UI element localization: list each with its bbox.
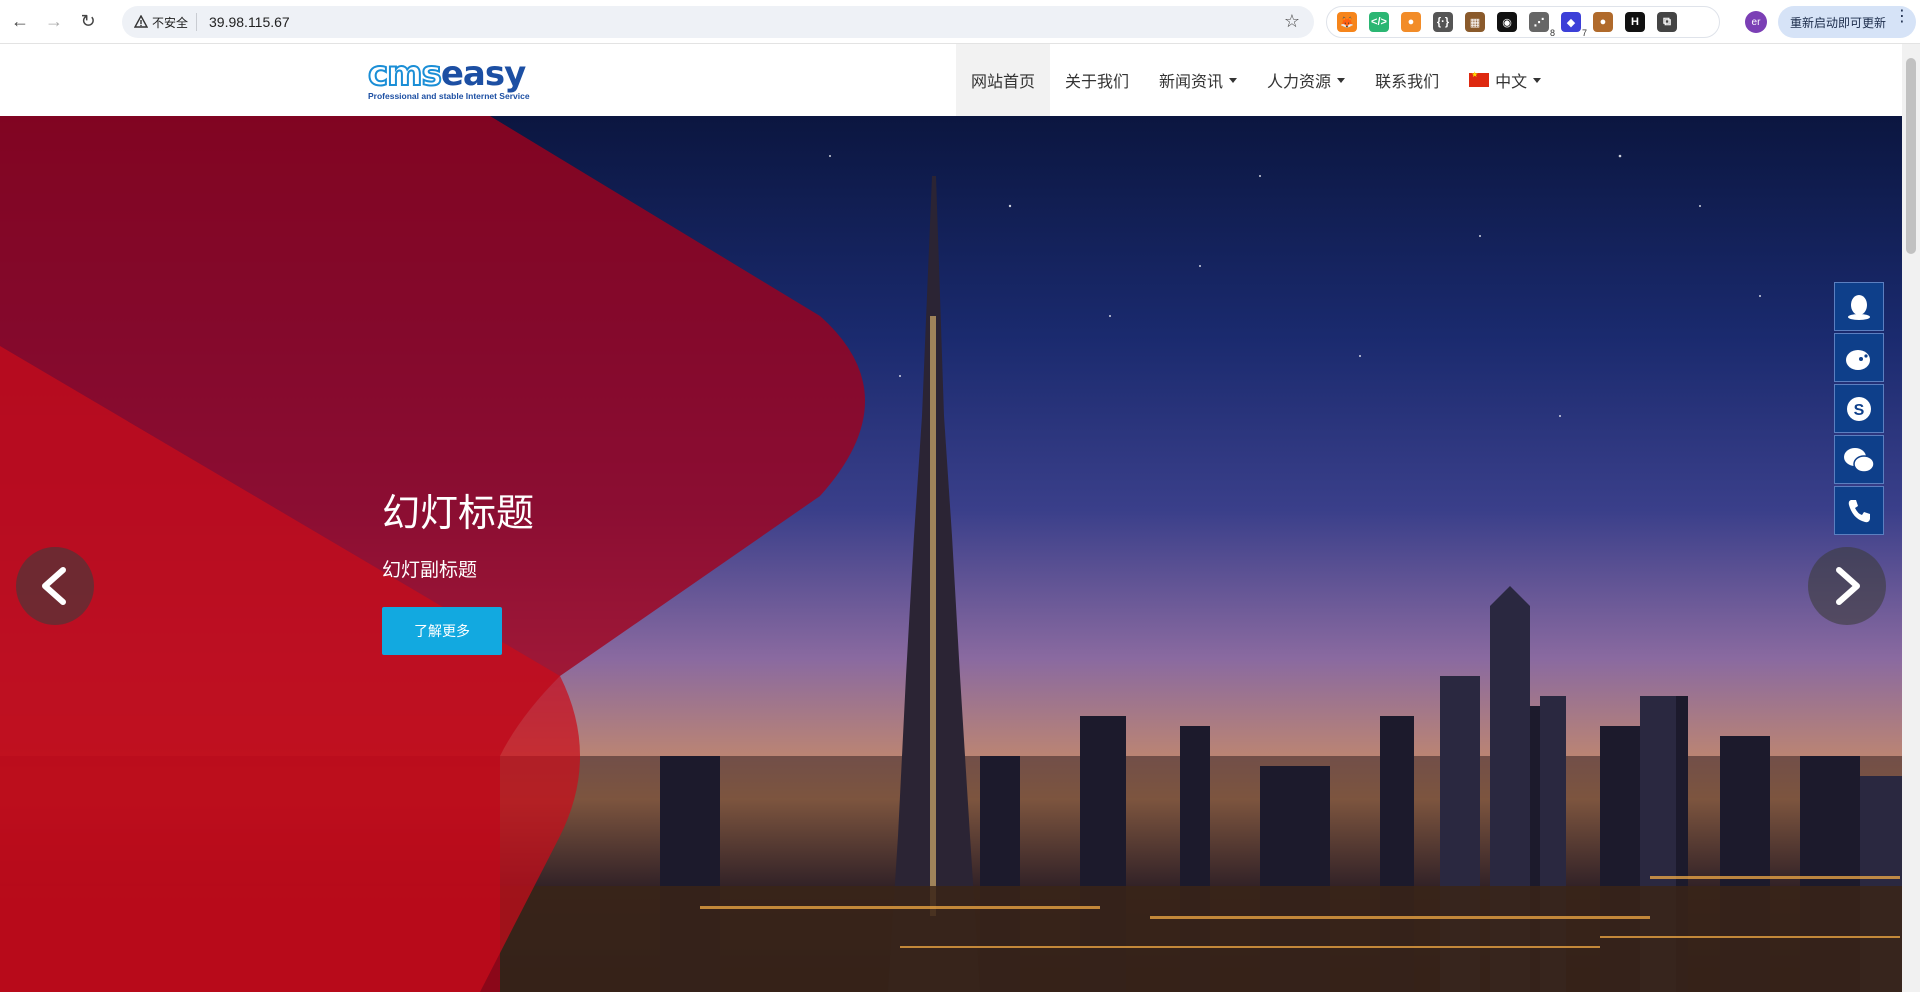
cmseasy-logo[interactable]: cmseasy Professional and stable Internet… <box>367 56 560 103</box>
nav-item-2[interactable]: 新闻资讯 <box>1144 44 1252 116</box>
extension-badge: 7 <box>1581 28 1587 38</box>
forward-icon[interactable]: → <box>40 8 68 36</box>
nav-item-4[interactable]: 联系我们 <box>1360 44 1454 116</box>
nav-item-label: 网站首页 <box>971 74 1036 91</box>
wechat-button[interactable] <box>1834 435 1884 484</box>
nav-item-1[interactable]: 关于我们 <box>1050 44 1144 116</box>
address-bar[interactable]: 不安全 39.98.115.67 ☆ <box>122 6 1314 38</box>
slide-subtitle: 幻灯副标题 <box>382 560 478 581</box>
slider-next-button[interactable] <box>1808 547 1886 625</box>
profile-avatar[interactable]: er <box>1745 11 1767 33</box>
update-label: 重新启动即可更新 <box>1790 15 1887 30</box>
nav-item-label: 人力资源 <box>1267 74 1332 91</box>
warning-icon <box>134 15 148 28</box>
nav-item-label: 联系我们 <box>1375 74 1440 91</box>
chevron-left-icon <box>42 567 66 605</box>
url-text[interactable]: 39.98.115.67 <box>209 14 290 30</box>
caret-down-icon <box>1533 77 1542 83</box>
china-flag-icon <box>1469 70 1490 87</box>
h-ext-icon[interactable]: H <box>1625 12 1645 32</box>
orange-circle-icon[interactable]: ● <box>1401 12 1421 32</box>
nav-item-label: 中文 <box>1495 74 1528 91</box>
menu-kebab-icon[interactable]: ⋮ <box>1894 6 1910 26</box>
mask-icon[interactable]: ◉ <box>1497 12 1517 32</box>
security-label: 不安全 <box>152 15 189 30</box>
wechat-icon <box>1844 447 1875 473</box>
caret-down-icon <box>1229 77 1238 83</box>
city-skyline-image <box>0 116 1902 992</box>
weibo-icon <box>1846 349 1870 370</box>
learn-more-button[interactable]: 了解更多 <box>382 607 502 655</box>
qq-button[interactable] <box>1834 282 1884 331</box>
braces-icon[interactable]: {·} <box>1433 12 1453 32</box>
main-nav: 网站首页 关于我们 新闻资讯 人力资源 联系我们 中文 <box>956 44 1556 116</box>
logo-tagline: Professional and stable Internet Service <box>368 91 530 101</box>
nav-item-label: 关于我们 <box>1065 74 1130 91</box>
nav-item-3[interactable]: 人力资源 <box>1252 44 1360 116</box>
security-chip[interactable]: 不安全 <box>130 13 198 31</box>
slider-prev-button[interactable] <box>16 547 94 625</box>
page-scrollbar[interactable] <box>1902 44 1920 992</box>
skype-icon: S <box>1847 396 1871 421</box>
side-contact-tools: S <box>1834 282 1884 537</box>
code-icon[interactable]: </> <box>1369 12 1389 32</box>
phone-icon <box>1848 499 1870 522</box>
extension-badge: 8 <box>1549 28 1555 38</box>
image-ext-icon[interactable]: ▦ <box>1465 12 1485 32</box>
qq-icon <box>1848 294 1870 320</box>
nav-item-5[interactable]: 中文 <box>1454 44 1556 116</box>
puzzle-icon[interactable]: ⧉ <box>1657 12 1677 32</box>
svg-text:S: S <box>1854 402 1865 419</box>
reload-icon[interactable]: ↻ <box>74 8 102 36</box>
chevron-right-icon <box>1836 567 1860 605</box>
browser-toolbar: ← → ↻ 不安全 39.98.115.67 ☆ 🦊 </> ● {·} ▦ ◉ ⋰ 8 ◆ 7 ●… <box>0 0 1920 44</box>
nav-item-label: 新闻资讯 <box>1159 74 1224 91</box>
screenshot-icon[interactable]: ⋰ 8 <box>1529 12 1555 38</box>
slide-caption: 幻灯标题 幻灯副标题 <box>382 482 534 582</box>
slide-title: 幻灯标题 <box>382 493 535 535</box>
bookmark-ext-icon[interactable]: ◆ 7 <box>1561 12 1587 38</box>
bookmark-star-icon[interactable]: ☆ <box>1284 11 1300 32</box>
cookie-icon[interactable]: ● <box>1593 12 1613 32</box>
site-header: cmseasy Professional and stable Internet… <box>0 44 1902 116</box>
hero-slider: 幻灯标题 幻灯副标题 了解更多 S <box>0 116 1902 992</box>
phone-button[interactable] <box>1834 486 1884 535</box>
nav-item-0[interactable]: 网站首页 <box>956 44 1051 116</box>
scroll-thumb[interactable] <box>1906 58 1916 254</box>
weibo-button[interactable] <box>1834 333 1884 382</box>
metamask-icon[interactable]: 🦊 <box>1337 12 1357 32</box>
back-icon[interactable]: ← <box>6 8 34 36</box>
skype-button[interactable]: S <box>1834 384 1884 433</box>
extensions-bar: 🦊 </> ● {·} ▦ ◉ ⋰ 8 ◆ 7 ● H ⧉ <box>1326 6 1720 38</box>
caret-down-icon <box>1337 77 1346 83</box>
